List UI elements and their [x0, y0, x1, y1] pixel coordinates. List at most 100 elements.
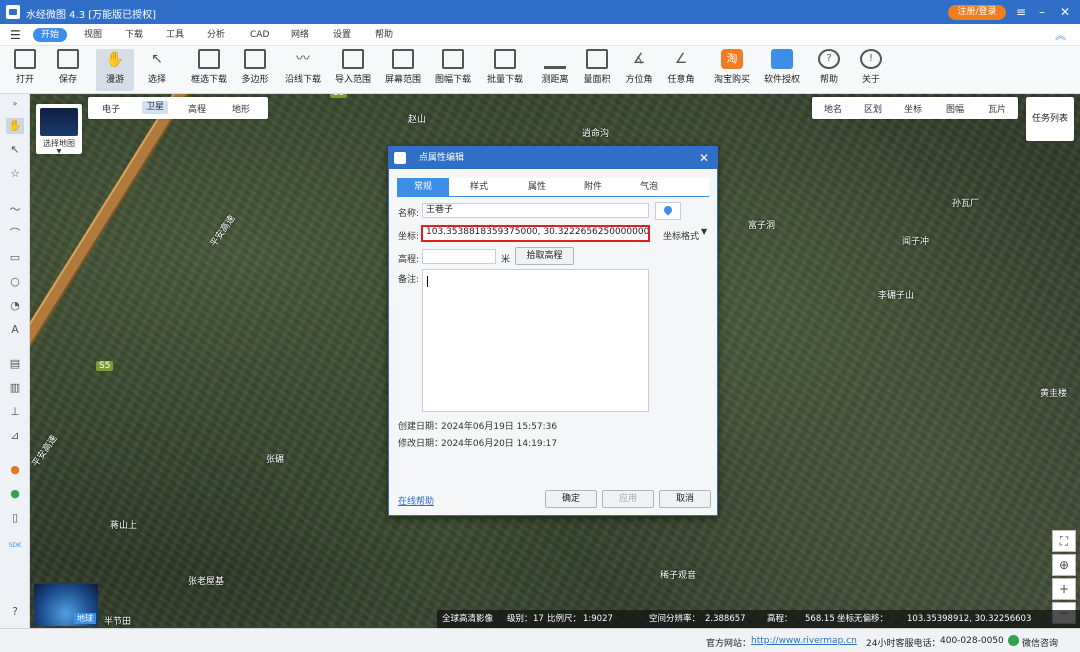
tab-attachment[interactable]: 附件 [567, 178, 619, 197]
coordinate-input[interactable]: 103.3538818359375000, 30.322265625000000… [421, 225, 650, 242]
wechat-icon[interactable] [1008, 635, 1019, 646]
coord-value: 103.35398912, 30.32256603 [907, 614, 1032, 624]
any-angle-button[interactable]: ∠ 任意角 [664, 49, 698, 91]
point-tool-icon[interactable]: ☆ [6, 166, 24, 182]
pan-button[interactable]: ✋ 漫游 [96, 49, 134, 91]
about-button[interactable]: ! 关于 [856, 49, 886, 91]
tab-sheet[interactable]: 图幅 [946, 102, 964, 115]
fullscreen-icon[interactable]: ⛶ [1052, 530, 1076, 552]
tab-bubble[interactable]: 气泡 [623, 178, 675, 197]
select-button[interactable]: ↖ 选择 [142, 49, 172, 91]
select-map-button[interactable]: 选择地图 ▼ [36, 104, 82, 155]
angle-tool-icon[interactable]: ⊿ [6, 428, 24, 444]
text-tool-icon[interactable]: A [6, 322, 24, 338]
help-circle-icon[interactable]: ? [6, 604, 24, 620]
layer-tool-icon[interactable]: ▤ [6, 356, 24, 372]
globe-switch[interactable]: 地球 [34, 584, 98, 626]
box-download-button[interactable]: 框选下载 [186, 49, 232, 91]
collapse-ribbon-icon[interactable]: ︽ [1055, 27, 1066, 43]
zoom-in-button[interactable]: + [1052, 578, 1076, 600]
azimuth-button[interactable]: ∡ 方位角 [622, 49, 656, 91]
place-label: 半节田 [104, 617, 132, 627]
menu-download[interactable]: 下载 [125, 28, 143, 42]
earth-icon[interactable]: ● [6, 462, 24, 478]
dialog-title: 点属性编辑 [419, 153, 465, 163]
circle-tool-icon[interactable]: ○ [6, 274, 24, 290]
tab-attributes[interactable]: 属性 [511, 178, 563, 197]
menu-settings[interactable]: 设置 [333, 28, 351, 42]
measure-distance-button[interactable]: 测距离 [538, 49, 572, 91]
sector-tool-icon[interactable]: ◔ [6, 298, 24, 314]
polygon-button[interactable]: 多边形 [238, 49, 272, 91]
dialog-tabs: 常规 样式 属性 附件 气泡 [397, 178, 709, 197]
site-link[interactable]: http://www.rivermap.cn [751, 636, 857, 646]
pin-style-button[interactable] [655, 202, 681, 220]
register-login-button[interactable]: 注册/登录 [948, 5, 1006, 20]
open-button[interactable]: 打开 [8, 49, 42, 91]
menu-network[interactable]: 网络 [291, 28, 309, 42]
rectangle-tool-icon[interactable]: ▭ [6, 250, 24, 266]
save-icon [57, 49, 79, 69]
chevron-down-icon[interactable]: ▼ [701, 227, 707, 236]
cancel-button[interactable]: 取消 [659, 490, 711, 508]
task-list-button[interactable]: 任务列表 [1026, 97, 1074, 141]
import-range-button[interactable]: 导入范围 [330, 49, 376, 91]
menu-analysis[interactable]: 分析 [207, 28, 225, 42]
menu-tools[interactable]: 工具 [166, 28, 184, 42]
area-tool-icon[interactable]: ⌒ [6, 226, 24, 242]
select-tool-icon[interactable]: ↖ [6, 142, 24, 158]
measure-tool-icon[interactable]: ⊥ [6, 404, 24, 420]
tab-style[interactable]: 样式 [453, 178, 505, 197]
place-label: 逍命沟 [582, 129, 610, 139]
device-icon[interactable]: ▯ [6, 510, 24, 526]
locate-icon[interactable]: ⊕ [1052, 554, 1076, 576]
license-button[interactable]: 软件授权 [762, 49, 802, 91]
tab-electronic[interactable]: 电子 [102, 102, 120, 115]
tab-terrain[interactable]: 地形 [232, 102, 250, 115]
coord-format-dropdown[interactable]: 坐标格式 [663, 229, 699, 242]
tab-satellite[interactable]: 卫星 [142, 101, 169, 114]
polyline-tool-icon[interactable]: 〜 [6, 202, 24, 218]
link-icon[interactable]: ● [6, 486, 24, 502]
measure-area-button[interactable]: 量面积 [580, 49, 614, 91]
tab-coordinate[interactable]: 坐标 [904, 102, 922, 115]
tab-placename[interactable]: 地名 [824, 102, 842, 115]
menu-help[interactable]: 帮助 [375, 28, 393, 42]
close-icon[interactable]: ✕ [699, 147, 709, 169]
wechat-link[interactable]: 微信咨询 [1022, 636, 1058, 649]
sheet-download-button[interactable]: 图幅下载 [430, 49, 476, 91]
monitor-icon [392, 49, 414, 69]
ribbon-toolbar: 打开 保存 ✋ 漫游 ↖ 选择 框选下载 多边形 〰沿线下载 导入范围 屏幕范围 图… [0, 46, 1080, 94]
ok-button[interactable]: 确定 [545, 490, 597, 508]
minimize-icon[interactable]: – [1033, 3, 1051, 21]
tab-division[interactable]: 区划 [864, 102, 882, 115]
menu-view[interactable]: 视图 [84, 28, 102, 42]
taobao-buy-button[interactable]: 淘淘宝购买 [712, 49, 752, 91]
online-help-link[interactable]: 在线帮助 [398, 494, 434, 507]
expand-icon[interactable]: » [6, 96, 24, 112]
help-button[interactable]: ? 帮助 [814, 49, 844, 91]
pan-tool-icon[interactable]: ✋ [6, 118, 24, 134]
box-download-icon [198, 49, 220, 69]
save-button[interactable]: 保存 [52, 49, 84, 91]
screen-range-button[interactable]: 屏幕范围 [380, 49, 426, 91]
line-download-button[interactable]: 〰沿线下载 [280, 49, 326, 91]
dialog-title-bar[interactable]: 点属性编辑 ✕ [389, 147, 717, 169]
sdk-icon[interactable]: SDK [6, 538, 24, 554]
batch-download-button[interactable]: 批量下载 [482, 49, 528, 91]
name-input[interactable]: 王巷子 [422, 203, 649, 218]
tab-general[interactable]: 常规 [397, 178, 449, 197]
tab-tile[interactable]: 瓦片 [988, 102, 1006, 115]
elevation-unit: 米 [501, 255, 511, 265]
menu-cad[interactable]: CAD [250, 28, 269, 42]
menu-icon[interactable]: ≡ [1012, 3, 1030, 21]
elevation-input[interactable] [422, 249, 496, 264]
menu-start[interactable]: 开始 [33, 28, 68, 42]
hamburger-icon[interactable]: ☰ [10, 28, 21, 42]
tab-elevation[interactable]: 高程 [188, 102, 206, 115]
print-tool-icon[interactable]: ▥ [6, 380, 24, 396]
apply-button[interactable]: 应用 [602, 490, 654, 508]
pick-elevation-button[interactable]: 拾取高程 [515, 247, 574, 265]
note-textarea[interactable] [422, 269, 649, 412]
close-icon[interactable]: ✕ [1056, 3, 1074, 21]
